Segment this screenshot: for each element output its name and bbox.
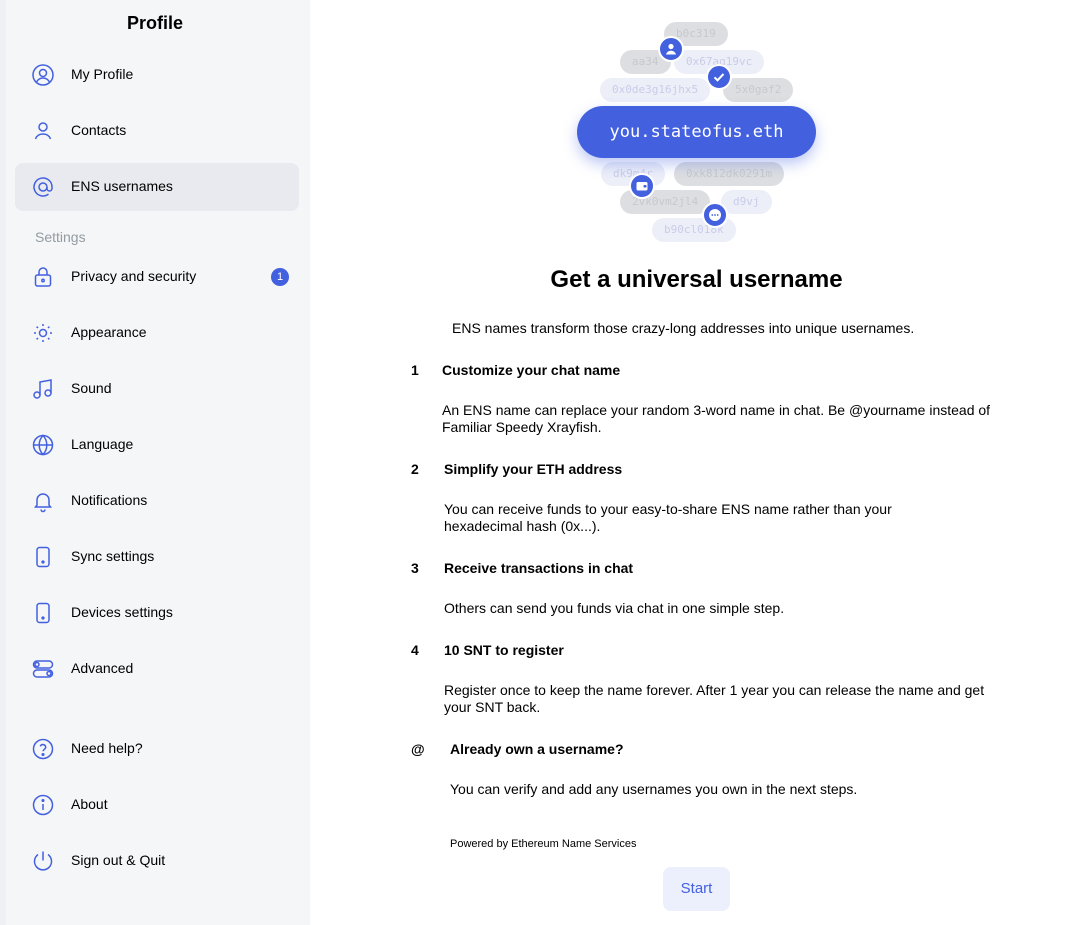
step-number: 1 xyxy=(411,362,419,378)
lock-icon xyxy=(31,265,55,289)
phone-icon xyxy=(31,545,55,569)
info-icon xyxy=(31,793,55,817)
step-title: Simplify your ETH address xyxy=(444,461,623,477)
sidebar-title: Profile xyxy=(126,13,183,33)
sidebar-item-language[interactable]: Language xyxy=(15,421,299,469)
step-title: Customize your chat name xyxy=(442,362,621,378)
contacts-icon xyxy=(31,119,55,143)
sidebar-item-label: Devices settings xyxy=(71,604,173,620)
user-icon xyxy=(658,36,684,62)
sidebar-item-about[interactable]: About xyxy=(15,781,299,829)
power-icon xyxy=(31,849,55,873)
sidebar-item-label: ENS usernames xyxy=(71,178,173,194)
step-description: You can receive funds to your easy-to-sh… xyxy=(444,501,892,534)
sidebar-item-label: Sync settings xyxy=(71,548,155,564)
step-number: 4 xyxy=(411,642,419,658)
sidebar-item-my-profile[interactable]: My Profile xyxy=(15,51,299,99)
sidebar-item-ens-usernames[interactable]: ENS usernames xyxy=(15,163,299,211)
sidebar-item-label: Privacy and security xyxy=(71,268,197,284)
sidebar-item-label: Appearance xyxy=(71,324,147,340)
sidebar-item-label: Sign out & Quit xyxy=(71,852,166,868)
sidebar-item-need-help[interactable]: Need help? xyxy=(15,725,299,773)
step-title: Receive transactions in chat xyxy=(444,560,634,576)
sidebar-item-appearance[interactable]: Appearance xyxy=(15,309,299,357)
check-icon xyxy=(706,64,732,90)
address-chip: 5x0gaf2 xyxy=(723,78,794,102)
globe-icon xyxy=(31,433,55,457)
step-number: 3 xyxy=(411,560,419,576)
step-description: Others can send you funds via chat in on… xyxy=(444,600,785,616)
sidebar-item-sync-settings[interactable]: Sync settings xyxy=(15,533,299,581)
powered-by-text: Powered by Ethereum Name Services xyxy=(450,838,637,850)
device-icon xyxy=(31,601,55,625)
step-description: You can verify and add any usernames you… xyxy=(450,781,858,797)
sun-icon xyxy=(31,321,55,345)
address-chip: 0xk812dk0291m xyxy=(674,162,785,186)
sidebar-item-notifications[interactable]: Notifications xyxy=(15,477,299,525)
music-note-icon xyxy=(31,377,55,401)
help-icon xyxy=(31,737,55,761)
sidebar-item-label: Notifications xyxy=(71,492,148,508)
step-title: 10 SNT to register xyxy=(444,642,564,658)
sidebar-item-devices-settings[interactable]: Devices settings xyxy=(15,589,299,637)
chat-icon xyxy=(702,202,728,228)
ens-username-pill: you.stateofus.eth xyxy=(577,106,816,158)
toggles-icon xyxy=(31,657,55,681)
ens-illustration: b0c319 aa34 0x67aq19vc 0x0de3g16jhx5 5x0… xyxy=(560,15,840,250)
step-description: Register once to keep the name forever. … xyxy=(444,682,985,715)
sidebar-item-label: About xyxy=(71,796,108,812)
sidebar-item-advanced[interactable]: Advanced xyxy=(15,645,299,693)
sidebar-edge xyxy=(0,0,6,925)
settings-section-label: Settings xyxy=(35,229,86,245)
sidebar-item-label: My Profile xyxy=(71,66,134,82)
sidebar-item-sound[interactable]: Sound xyxy=(15,365,299,413)
address-chip: d9vj xyxy=(721,190,772,214)
sidebar-item-privacy[interactable]: Privacy and security 1 xyxy=(15,253,299,301)
start-button[interactable]: Start xyxy=(663,867,730,911)
sidebar-item-contacts[interactable]: Contacts xyxy=(15,107,299,155)
step-number: @ xyxy=(411,741,425,757)
sidebar-item-label: Contacts xyxy=(71,122,127,138)
profile-icon xyxy=(31,63,55,87)
intro-text: ENS names transform those crazy-long add… xyxy=(452,320,915,336)
sidebar-item-label: Advanced xyxy=(71,660,134,676)
bell-icon xyxy=(31,489,55,513)
sidebar-item-label: Language xyxy=(71,436,134,452)
sidebar: Profile My Profile Contacts ENS username… xyxy=(0,0,310,925)
sidebar-item-label: Sound xyxy=(71,380,112,396)
address-chip: 0x0de3g16jhx5 xyxy=(600,78,711,102)
sidebar-item-label: Need help? xyxy=(71,740,143,756)
step-description: An ENS name can replace your random 3-wo… xyxy=(442,402,991,435)
wallet-icon xyxy=(629,173,655,199)
page-title: Get a universal username xyxy=(550,266,843,293)
notification-badge: 1 xyxy=(271,268,289,286)
sidebar-item-sign-out[interactable]: Sign out & Quit xyxy=(15,837,299,885)
step-title: Already own a username? xyxy=(450,741,624,757)
at-icon xyxy=(31,175,55,199)
step-number: 2 xyxy=(411,461,419,477)
